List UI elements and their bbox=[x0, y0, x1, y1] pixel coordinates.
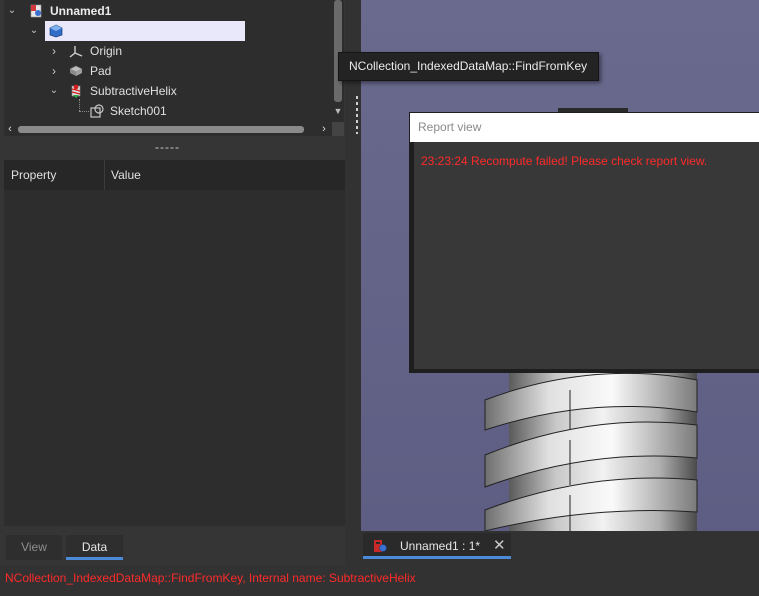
scroll-left-arrow-icon[interactable]: ‹ bbox=[4, 122, 16, 136]
tree-item-label: Sketch001 bbox=[110, 104, 167, 118]
tree-horizontal-scrollbar[interactable]: ‹ › bbox=[4, 122, 332, 136]
property-column-header[interactable]: Property bbox=[4, 160, 56, 190]
document-tab-bar: Unnamed1 : 1* ✕ bbox=[361, 531, 759, 566]
vertical-splitter[interactable] bbox=[345, 0, 361, 566]
sketch-icon bbox=[90, 104, 104, 118]
tab-data[interactable]: Data bbox=[66, 535, 123, 560]
model-tree[interactable]: ⌄ Unnamed1 ⌄ Body › Origin › Pad ⌄ Subtr… bbox=[4, 0, 332, 122]
property-header: Property Value bbox=[4, 160, 345, 190]
report-view-body[interactable]: 23:23:24 Recompute failed! Please check … bbox=[414, 142, 759, 369]
property-editor[interactable]: Property Value bbox=[4, 160, 345, 526]
tree-item-sketch001[interactable]: Sketch001 bbox=[4, 101, 332, 121]
combo-view-tabs: View Data bbox=[0, 532, 361, 560]
tree-item-pad[interactable]: › Pad bbox=[4, 61, 332, 81]
body-icon bbox=[49, 24, 63, 38]
scroll-down-arrow-icon[interactable]: ▼ bbox=[332, 106, 344, 120]
report-view-window[interactable]: Report view 23:23:24 Recompute failed! P… bbox=[409, 112, 759, 373]
status-bar: NCollection_IndexedDataMap::FindFromKey,… bbox=[0, 566, 759, 596]
collapse-arrow-icon[interactable]: ⌄ bbox=[28, 21, 40, 41]
origin-axes-icon bbox=[69, 46, 83, 58]
expand-arrow-icon[interactable]: › bbox=[48, 61, 60, 81]
status-message: NCollection_IndexedDataMap::FindFromKey,… bbox=[5, 571, 416, 585]
freecad-document-icon bbox=[374, 540, 387, 552]
tree-item-label: Origin bbox=[90, 44, 123, 58]
pad-icon bbox=[69, 65, 83, 76]
document-tab-label: Unnamed1 : 1* bbox=[400, 539, 481, 553]
collapse-arrow-icon[interactable]: ⌄ bbox=[6, 1, 18, 21]
splitter-grip-icon[interactable] bbox=[356, 96, 358, 134]
scrollbar-thumb[interactable] bbox=[334, 0, 342, 102]
subtractive-helix-error-icon bbox=[71, 84, 81, 98]
collapse-arrow-icon[interactable]: ⌄ bbox=[48, 81, 60, 101]
tree-item-label: SubtractiveHelix bbox=[90, 84, 177, 98]
tree-item-label: Pad bbox=[90, 64, 112, 78]
tree-item-origin[interactable]: › Origin bbox=[4, 41, 332, 61]
tree-item-unnamed1[interactable]: ⌄ Unnamed1 bbox=[4, 1, 332, 21]
panel-splitter-handle[interactable]: ----- bbox=[155, 141, 195, 153]
expand-arrow-icon[interactable]: › bbox=[48, 41, 60, 61]
scroll-right-arrow-icon[interactable]: › bbox=[318, 122, 330, 136]
tab-unnamed1[interactable]: Unnamed1 : 1* ✕ bbox=[363, 533, 511, 559]
tree-item-subtractive-helix[interactable]: ⌄ SubtractiveHelix bbox=[4, 81, 332, 101]
tree-item-body[interactable]: ⌄ Body bbox=[4, 21, 332, 41]
scrollbar-corner bbox=[332, 122, 344, 136]
tree-item-label: Body bbox=[70, 24, 98, 38]
report-view-title[interactable]: Report view bbox=[410, 113, 759, 142]
combo-view-panel: ⌄ Unnamed1 ⌄ Body › Origin › Pad ⌄ Subtr… bbox=[0, 0, 361, 566]
document-icon bbox=[30, 4, 42, 18]
value-column-header[interactable]: Value bbox=[104, 160, 141, 190]
scrollbar-thumb[interactable] bbox=[18, 126, 304, 133]
report-error-message: 23:23:24 Recompute failed! Please check … bbox=[421, 154, 708, 168]
tab-view[interactable]: View bbox=[6, 535, 62, 560]
error-tooltip: NCollection_IndexedDataMap::FindFromKey bbox=[338, 52, 599, 81]
tree-item-label: Unnamed1 bbox=[50, 4, 112, 18]
close-icon[interactable]: ✕ bbox=[493, 533, 506, 559]
